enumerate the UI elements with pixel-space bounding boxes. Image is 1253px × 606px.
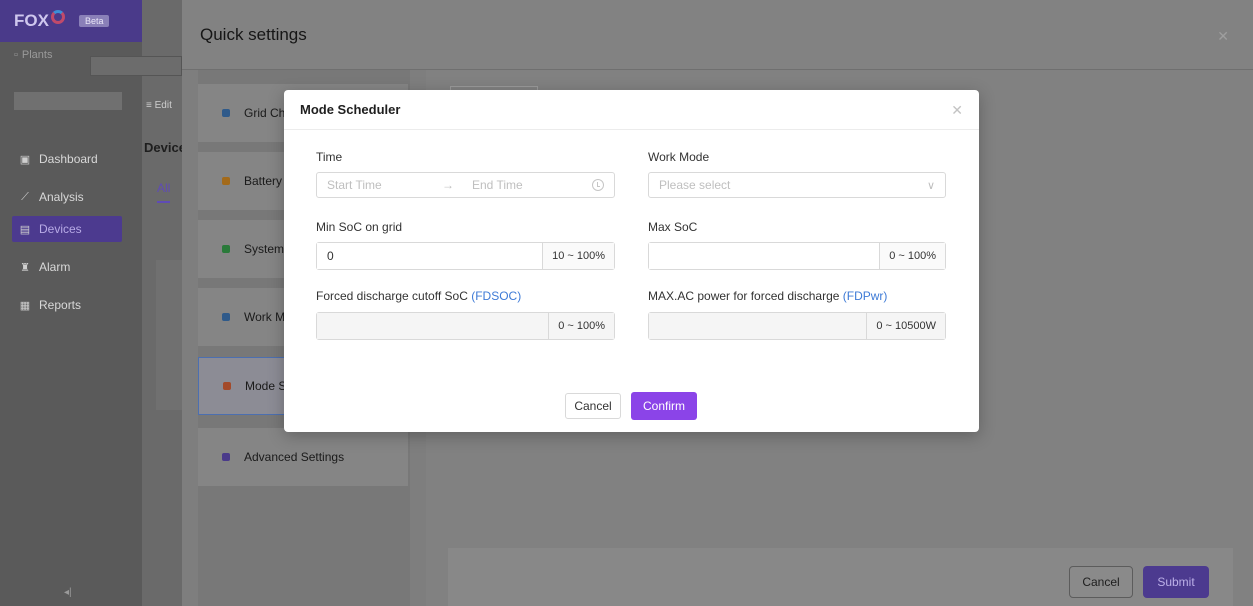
min-soc-range: 10 ~ 100% [542,243,614,269]
fdsoc-value [317,313,549,339]
fdsoc-label: Forced discharge cutoff SoC (FDSOC) [316,289,522,303]
reports-icon: ▦ [19,299,31,312]
beta-badge: Beta [78,15,110,27]
advanced-settings-icon [222,453,230,461]
fdpwr-field: 0 ~ 10500W [648,312,946,340]
start-time-input[interactable]: Start Time [317,178,442,192]
sidebar-item-analysis[interactable]: ⟋ Analysis [0,178,142,216]
fdsoc-field: 0 ~ 100% [316,312,615,340]
drawer-title: Quick settings [200,24,307,44]
chevron-down-icon: ∨ [926,179,935,192]
plants-icon: ▫ [14,49,18,61]
min-soc-value[interactable]: 0 [317,243,543,269]
sidebar-item-label: Reports [39,298,82,312]
battery-icon [222,177,230,185]
plant-name-placeholder [14,92,122,110]
logo-bar: FOX Beta [0,0,142,42]
dialog-confirm-button[interactable]: Confirm [631,392,697,420]
sidebar-item-label: Dashboard [39,152,98,166]
mode-scheduler-dialog: Mode Scheduler ✕ Time Start Time → End T… [284,90,979,432]
clock-icon [592,179,604,191]
time-label: Time [316,150,343,164]
sidebar: FOX Beta ▫ Plants ▣ Dashboard ⟋ Analysis… [0,0,142,606]
plant-search-input[interactable] [90,56,182,76]
tab-all[interactable]: All [157,181,171,203]
collapse-sidebar-icon[interactable]: ◂| [64,587,72,598]
range-arrow-icon: → [442,178,454,192]
devices-icon: ▤ [19,223,31,236]
work-mode-placeholder: Please select [659,178,731,192]
fdpwr-abbr: (FDPwr) [842,289,888,303]
fdpwr-label: MAX.AC power for forced discharge (FDPwr… [648,289,888,303]
max-soc-label: Max SoC [648,220,698,234]
work-mode-select[interactable]: Please select ∨ [648,172,946,198]
grid-charge-icon [222,109,230,117]
edit-button[interactable]: ≡ Edit [146,100,172,111]
min-soc-field[interactable]: 0 10 ~ 100% [316,242,615,270]
device-heading: Device [144,140,186,155]
time-range-picker[interactable]: Start Time → End Time [316,172,615,198]
system-mode-icon [222,245,230,253]
sidebar-item-label: Devices [39,222,82,236]
quick-setting-advanced-settings[interactable]: Advanced Settings [198,428,408,486]
close-icon[interactable]: ✕ [1217,28,1229,45]
work-mode-icon [222,313,230,321]
sidebar-item-label: Alarm [39,260,71,274]
drawer-cancel-button[interactable]: Cancel [1069,566,1133,598]
dialog-header: Mode Scheduler [284,90,979,130]
drawer-submit-button[interactable]: Submit [1143,566,1209,598]
dialog-title: Mode Scheduler [300,102,401,117]
quick-setting-label: Advanced Settings [244,450,345,464]
scheduler-icon [223,382,231,390]
fdpwr-value [649,313,867,339]
fdpwr-range: 0 ~ 10500W [866,313,945,339]
work-mode-label: Work Mode [648,150,710,164]
sidebar-nav: ▣ Dashboard ⟋ Analysis ▤ Devices ♜ Alarm… [0,140,142,324]
max-soc-value[interactable] [649,243,880,269]
sidebar-item-label: Analysis [39,190,84,204]
sidebar-item-alarm[interactable]: ♜ Alarm [0,248,142,286]
dialog-cancel-button[interactable]: Cancel [565,393,621,419]
alarm-icon: ♜ [20,261,30,274]
drawer-header: Quick settings [182,0,1253,70]
sidebar-item-devices[interactable]: ▤ Devices [12,216,122,242]
fdsoc-range: 0 ~ 100% [548,313,614,339]
plants-label: Plants [21,49,53,61]
max-soc-field[interactable]: 0 ~ 100% [648,242,946,270]
app-logo: FOX [14,11,49,30]
analysis-icon: ⟋ [21,190,29,203]
logo-ring-icon [50,10,65,24]
fdsoc-abbr: (FDSOC) [471,289,522,303]
min-soc-label: Min SoC on grid [316,220,403,234]
max-soc-range: 0 ~ 100% [879,243,945,269]
close-icon[interactable]: ✕ [951,102,963,119]
dashboard-icon: ▣ [19,153,31,166]
sidebar-item-reports[interactable]: ▦ Reports [0,286,142,324]
sidebar-item-dashboard[interactable]: ▣ Dashboard [0,140,142,178]
end-time-input[interactable]: End Time [472,178,592,192]
